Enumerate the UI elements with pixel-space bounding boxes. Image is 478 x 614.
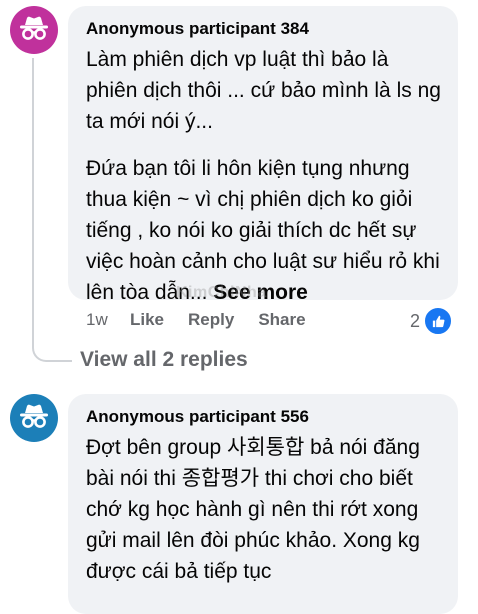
thumbs-up-icon <box>423 306 454 336</box>
avatar[interactable] <box>10 6 58 54</box>
reply-button[interactable]: Reply <box>188 310 234 330</box>
comment-author[interactable]: Anonymous participant 384 <box>86 18 442 40</box>
share-button[interactable]: Share <box>258 310 305 330</box>
comment-text-paragraph: Đợt bên group 사회통합 bả nói đăng bài nói t… <box>86 436 420 583</box>
view-replies-link[interactable]: View all 2 replies <box>80 348 248 372</box>
reaction-count: 2 <box>410 310 421 331</box>
thread-connector-line <box>32 58 34 334</box>
watermark-text: KimChiNha <box>176 284 267 301</box>
reaction-summary[interactable]: 2 <box>410 306 454 336</box>
avatar[interactable] <box>10 394 58 442</box>
comment-bubble: Anonymous participant 384 Làm phiên dịch… <box>68 6 458 304</box>
thread-connector-elbow <box>32 332 72 362</box>
comment-timestamp[interactable]: 1w <box>86 310 130 330</box>
anonymous-incognito-icon <box>20 404 48 428</box>
comment-text-paragraph: Làm phiên dịch vp luật thì bảo là phiên … <box>86 48 441 133</box>
comment-bubble: Anonymous participant 556 Đợt bên group … <box>68 394 458 614</box>
comment-actions: 1w Like Reply Share <box>86 308 330 332</box>
like-button[interactable]: Like <box>130 310 164 330</box>
anonymous-incognito-icon <box>20 16 48 40</box>
comment-author[interactable]: Anonymous participant 556 <box>86 406 442 428</box>
